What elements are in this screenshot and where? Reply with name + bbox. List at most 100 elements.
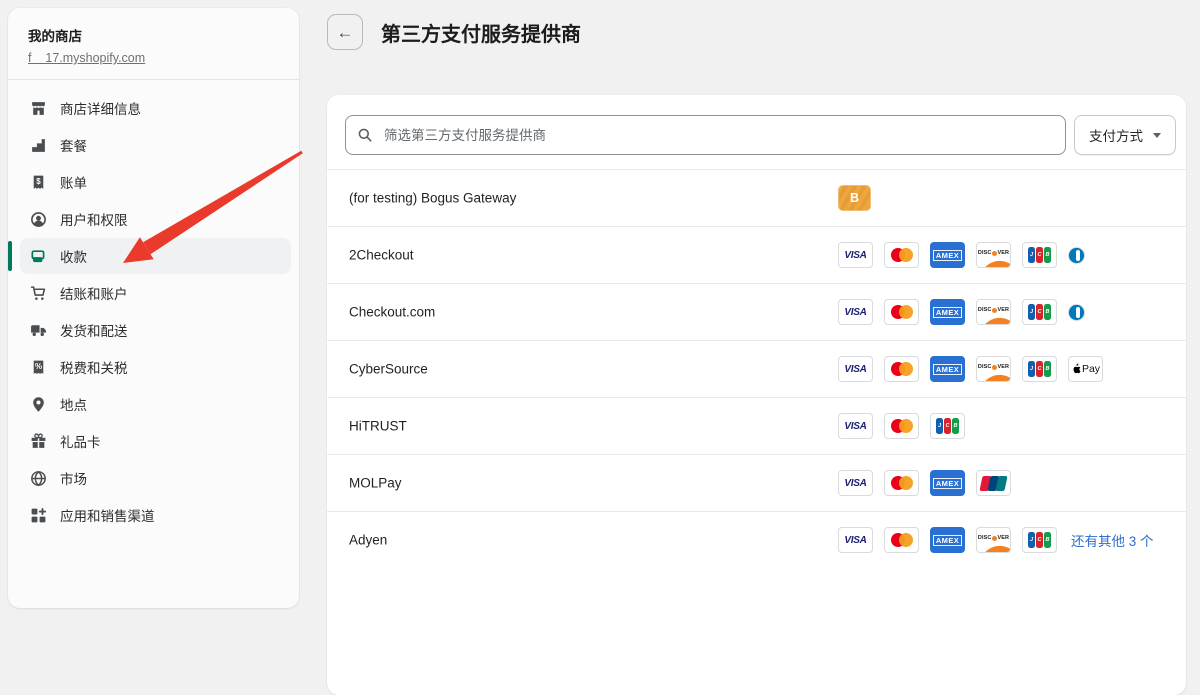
- visa-card-icon: VISA: [838, 299, 873, 325]
- sidebar-item-label: 账单: [60, 172, 87, 192]
- provider-row[interactable]: CyberSource VISAAMEXDISCVERJCBPay: [327, 340, 1186, 397]
- apple-pay-card-icon: Pay: [1068, 356, 1103, 382]
- provider-row[interactable]: (for testing) Bogus Gateway B: [327, 169, 1186, 226]
- storefront-icon: [30, 100, 47, 117]
- sidebar-item-5[interactable]: 结账和账户: [20, 275, 291, 311]
- location-pin-icon: [30, 396, 47, 413]
- provider-name: Adyen: [349, 533, 387, 548]
- sidebar-item-11[interactable]: 应用和销售渠道: [20, 497, 291, 533]
- bogus-gateway-badge: B: [838, 185, 871, 211]
- provider-name: MOLPay: [349, 476, 402, 491]
- discover-card-icon: DISCVER: [976, 242, 1011, 268]
- provider-row[interactable]: 2Checkout VISAAMEXDISCVERJCB: [327, 226, 1186, 283]
- diners-club-card-icon: [1068, 304, 1085, 321]
- amex-card-icon: AMEX: [930, 299, 965, 325]
- sidebar-item-label: 礼品卡: [60, 431, 101, 451]
- store-domain-link[interactable]: f 17.myshopify.com: [28, 51, 145, 65]
- sidebar-item-0[interactable]: 商店详细信息: [20, 90, 291, 126]
- mastercard-card-icon: [884, 470, 919, 496]
- unionpay-card-icon: [976, 470, 1011, 496]
- visa-card-icon: VISA: [838, 242, 873, 268]
- amex-card-icon: AMEX: [930, 470, 965, 496]
- provider-list: (for testing) Bogus Gateway B 2Checkout …: [327, 169, 1186, 568]
- sidebar-item-10[interactable]: 市场: [20, 460, 291, 496]
- apple-icon: [1071, 363, 1081, 375]
- sidebar-item-label: 发货和配送: [60, 320, 128, 340]
- apps-channels-icon: [30, 507, 47, 524]
- taxes-icon: %: [30, 359, 47, 376]
- mastercard-card-icon: [884, 242, 919, 268]
- billing-icon: $: [30, 174, 47, 191]
- mastercard-card-icon: [884, 299, 919, 325]
- sidebar-item-8[interactable]: 地点: [20, 386, 291, 422]
- provider-row[interactable]: MOLPay VISAAMEX: [327, 454, 1186, 511]
- provider-card-icons: VISAAMEXDISCVERJCBPay: [838, 356, 1103, 382]
- discover-card-icon: DISCVER: [976, 527, 1011, 553]
- payment-method-filter-button[interactable]: 支付方式: [1074, 115, 1176, 155]
- payments-icon: [30, 248, 47, 265]
- sidebar-item-1[interactable]: 套餐: [20, 127, 291, 163]
- sidebar-item-label: 结账和账户: [60, 283, 128, 303]
- sidebar-item-label: 应用和销售渠道: [60, 505, 155, 525]
- sidebar-item-7[interactable]: % 税费和关税: [20, 349, 291, 385]
- users-icon: [30, 211, 47, 228]
- provider-card-icons: VISA JCB: [838, 413, 965, 439]
- search-input[interactable]: [345, 115, 1066, 155]
- jcb-card-icon: JCB: [1022, 242, 1057, 268]
- plan-icon: [30, 137, 47, 154]
- mastercard-card-icon: [884, 356, 919, 382]
- visa-card-icon: VISA: [838, 356, 873, 382]
- provider-row[interactable]: Adyen VISAAMEXDISCVERJCB还有其他 3 个: [327, 511, 1186, 568]
- svg-text:%: %: [35, 362, 42, 371]
- mastercard-card-icon: [884, 413, 919, 439]
- sidebar-item-label: 套餐: [60, 135, 87, 155]
- sidebar-item-label: 收款: [60, 246, 87, 266]
- provider-card-icons: VISAAMEXDISCVERJCB还有其他 3 个: [838, 527, 1154, 553]
- amex-card-icon: AMEX: [930, 242, 965, 268]
- sidebar-item-2[interactable]: $ 账单: [20, 164, 291, 200]
- settings-menu: 商店详细信息 套餐 $ 账单 用户和权限 收款 结账和账户 发货和配送 % 税费…: [8, 80, 299, 543]
- provider-card-icons: VISA AMEX DISCVER JCB: [838, 299, 1085, 325]
- provider-name: CyberSource: [349, 362, 428, 377]
- sidebar-item-label: 地点: [60, 394, 87, 414]
- page-header: ← 第三方支付服务提供商: [327, 14, 581, 50]
- jcb-card-icon: JCB: [1022, 527, 1057, 553]
- checkout-cart-icon: [30, 285, 47, 302]
- markets-globe-icon: [30, 470, 47, 487]
- sidebar-item-4[interactable]: 收款: [20, 238, 291, 274]
- visa-card-icon: VISA: [838, 527, 873, 553]
- shipping-truck-icon: [30, 322, 47, 339]
- sidebar-item-9[interactable]: 礼品卡: [20, 423, 291, 459]
- more-payment-methods-link[interactable]: 还有其他 3 个: [1071, 530, 1154, 550]
- provider-card-icons: VISA AMEX DISCVER JCB: [838, 242, 1085, 268]
- provider-name: HiTRUST: [349, 419, 407, 434]
- settings-sidebar: 我的商店 f 17.myshopify.com 商店详细信息 套餐 $ 账单 用…: [8, 8, 299, 608]
- back-arrow-icon: ←: [337, 24, 354, 41]
- back-button[interactable]: ←: [327, 14, 363, 50]
- gift-card-icon: [30, 433, 47, 450]
- discover-card-icon: DISCVER: [976, 356, 1011, 382]
- jcb-card-icon: JCB: [930, 413, 965, 439]
- sidebar-item-label: 市场: [60, 468, 87, 488]
- provider-row[interactable]: Checkout.com VISAAMEXDISCVERJCB: [327, 283, 1186, 340]
- search-icon: [357, 127, 373, 143]
- page-title: 第三方支付服务提供商: [381, 18, 581, 47]
- svg-text:$: $: [36, 176, 41, 185]
- provider-name: (for testing) Bogus Gateway: [349, 191, 516, 206]
- sidebar-item-label: 税费和关税: [60, 357, 128, 377]
- sidebar-item-3[interactable]: 用户和权限: [20, 201, 291, 237]
- provider-row[interactable]: HiTRUST VISA JCB: [327, 397, 1186, 454]
- sidebar-item-6[interactable]: 发货和配送: [20, 312, 291, 348]
- discover-card-icon: DISCVER: [976, 299, 1011, 325]
- providers-card: 支付方式 (for testing) Bogus Gateway B 2Chec…: [327, 95, 1186, 695]
- amex-card-icon: AMEX: [930, 356, 965, 382]
- visa-card-icon: VISA: [838, 413, 873, 439]
- search-field-wrap: [345, 115, 1066, 155]
- provider-card-icons: B: [838, 185, 871, 211]
- search-row: 支付方式: [327, 95, 1186, 169]
- store-name: 我的商店: [28, 25, 279, 45]
- mastercard-card-icon: [884, 527, 919, 553]
- chevron-down-icon: [1153, 133, 1161, 138]
- jcb-card-icon: JCB: [1022, 299, 1057, 325]
- sidebar-item-label: 用户和权限: [60, 209, 128, 229]
